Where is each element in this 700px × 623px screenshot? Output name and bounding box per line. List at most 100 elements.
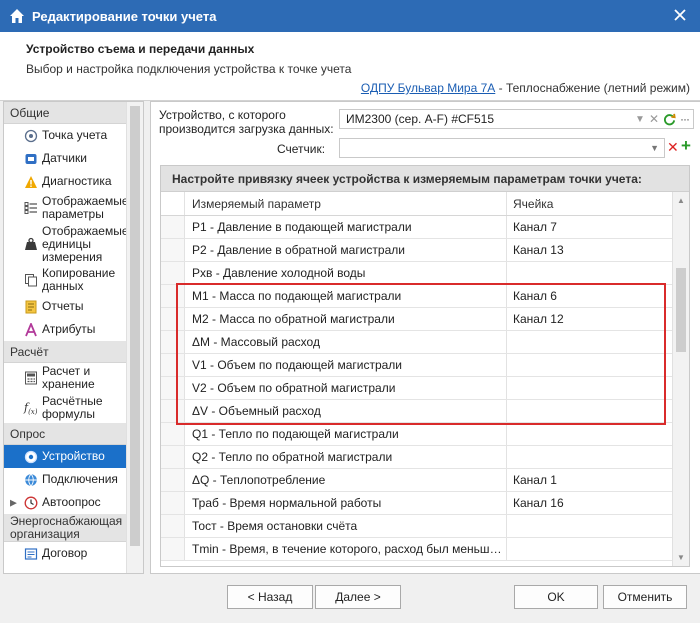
device-cell[interactable]	[507, 446, 673, 468]
param-cell: ΔV - Объемный расход	[185, 400, 507, 422]
formula-icon: f(x)	[24, 401, 38, 417]
sidebar-item-contract[interactable]: Договор	[4, 542, 128, 565]
scroll-down-icon[interactable]: ▼	[677, 553, 685, 562]
page-subtitle: Выбор и настройка подключения устройства…	[26, 62, 352, 76]
sidebar-item-attributes[interactable]: Атрибуты	[4, 318, 128, 341]
table-row[interactable]: Траб - Время нормальной работы Канал 16	[161, 492, 689, 515]
refresh-icon[interactable]	[663, 113, 676, 126]
footer: < Назад Далее > OK Отменить	[0, 574, 700, 623]
warning-icon	[25, 175, 37, 188]
counter-select[interactable]: ▼	[339, 138, 665, 158]
sidebar-item-reports[interactable]: Отчеты	[4, 295, 128, 318]
sidebar-item-displayed-units[interactable]: Отображаемые единицы измерения	[4, 223, 129, 265]
grid-scrollbar-thumb[interactable]	[676, 268, 686, 352]
chevron-down-icon[interactable]: ▼	[635, 114, 645, 125]
table-row[interactable]: P1 - Давление в подающей магистрали Канал…	[161, 216, 689, 239]
attribute-icon	[25, 322, 37, 336]
device-cell[interactable]	[507, 331, 673, 353]
table-row[interactable]: V1 - Объем по подающей магистрали	[161, 354, 689, 377]
device-cell[interactable]: Канал 13	[507, 239, 673, 261]
param-cell: V1 - Объем по подающей магистрали	[185, 354, 507, 376]
sidebar-item-label: Датчики	[42, 151, 87, 165]
back-button[interactable]: < Назад	[227, 585, 313, 609]
sidebar-item-copy-data[interactable]: Копирование данных	[4, 265, 128, 295]
calc-icon	[25, 371, 37, 385]
device-icon	[24, 450, 38, 463]
grid-body: P1 - Давление в подающей магистрали Канал…	[161, 216, 689, 561]
home-icon	[10, 9, 24, 23]
row-indicator	[161, 262, 185, 284]
device-cell[interactable]: Канал 12	[507, 308, 673, 330]
sidebar-item-label: Диагностика	[42, 174, 112, 188]
sidebar-item-label: Точка учета	[42, 128, 108, 142]
sidebar-item-device[interactable]: Устройство	[4, 445, 128, 468]
sidebar-item-diagnostics[interactable]: Диагностика	[4, 170, 128, 193]
device-cell[interactable]: Канал 6	[507, 285, 673, 307]
sidebar-item-label: Атрибуты	[42, 322, 96, 336]
sidebar-item-formulas[interactable]: f(x) Расчётные формулы	[4, 393, 128, 423]
device-label: Устройство, с которого производится загр…	[159, 108, 334, 136]
table-row[interactable]: V2 - Объем по обратной магистрали	[161, 377, 689, 400]
device-cell[interactable]	[507, 400, 673, 422]
device-cell[interactable]	[507, 423, 673, 445]
sidebar-scrollbar[interactable]	[126, 102, 143, 573]
next-button[interactable]: Далее >	[315, 585, 401, 609]
table-row[interactable]: Тост - Время остановки счёта	[161, 515, 689, 538]
table-row[interactable]: Pхв - Давление холодной воды	[161, 262, 689, 285]
device-select[interactable]: ИМ2300 (сер. A-F) #CF515 ▼ ✕ ···	[339, 109, 694, 129]
table-row[interactable]: ΔQ - Теплопотребление Канал 1	[161, 469, 689, 492]
table-row[interactable]: M1 - Масса по подающей магистрали Канал 6	[161, 285, 689, 308]
sidebar-item-metering-point[interactable]: Точка учета	[4, 124, 128, 147]
param-cell: ΔM - Массовый расход	[185, 331, 507, 353]
column-header-cell[interactable]: Ячейка	[507, 192, 673, 215]
table-row[interactable]: Q1 - Тепло по подающей магистрали	[161, 423, 689, 446]
device-cell[interactable]: Канал 16	[507, 492, 673, 514]
add-counter-icon[interactable]: +	[681, 136, 691, 156]
chevron-down-icon[interactable]: ▼	[650, 143, 659, 153]
more-icon[interactable]: ···	[680, 112, 690, 126]
contract-icon	[24, 547, 38, 560]
row-indicator	[161, 423, 185, 445]
metering-point-info: ОДПУ Бульвар Мира 7А - Теплоснабжение (л…	[361, 81, 690, 95]
device-cell[interactable]: Канал 7	[507, 216, 673, 238]
table-row[interactable]: ΔM - Массовый расход	[161, 331, 689, 354]
param-cell: P2 - Давление в обратной магистрали	[185, 239, 507, 261]
close-icon[interactable]	[672, 7, 688, 23]
device-cell[interactable]	[507, 377, 673, 399]
sidebar-item-sensors[interactable]: Датчики	[4, 147, 128, 170]
table-row[interactable]: Q2 - Тепло по обратной магистрали	[161, 446, 689, 469]
column-header-param[interactable]: Измеряемый параметр	[185, 192, 507, 215]
sidebar-item-autopoll[interactable]: ▶ Автоопрос	[4, 491, 128, 514]
table-row[interactable]: Tmin - Время, в течение которого, расход…	[161, 538, 689, 561]
row-indicator	[161, 515, 185, 537]
sidebar-item-connections[interactable]: Подключения	[4, 468, 128, 491]
device-cell[interactable]	[507, 515, 673, 537]
window-title: Редактирование точки учета	[32, 8, 217, 24]
param-cell: Q2 - Тепло по обратной магистрали	[185, 446, 507, 468]
sidebar-item-label: Расчётные формулы	[42, 394, 103, 421]
remove-counter-icon[interactable]: ✕	[667, 139, 679, 156]
sidebar-item-displayed-params[interactable]: Отображаемые параметры	[4, 193, 129, 223]
sidebar-scrollbar-thumb[interactable]	[130, 106, 140, 546]
grid-scrollbar[interactable]: ▲ ▼	[672, 192, 689, 566]
scroll-up-icon[interactable]: ▲	[677, 196, 685, 205]
device-cell[interactable]: Канал 1	[507, 469, 673, 491]
device-cell[interactable]	[507, 354, 673, 376]
checklist-icon	[24, 202, 37, 214]
cancel-button[interactable]: Отменить	[603, 585, 687, 609]
metering-point-link[interactable]: ОДПУ Бульвар Мира 7А	[361, 81, 495, 95]
device-cell[interactable]	[507, 262, 673, 284]
sidebar-group-calculation: Расчёт	[4, 341, 128, 363]
title-bar: Редактирование точки учета	[0, 0, 700, 32]
sidebar-item-calc-storage[interactable]: Расчет и хранение	[4, 363, 128, 393]
table-row[interactable]: M2 - Масса по обратной магистрали Канал 1…	[161, 308, 689, 331]
ok-button[interactable]: OK	[514, 585, 598, 609]
param-cell: Tmin - Время, в течение которого, расход…	[185, 538, 507, 560]
expand-arrow-icon[interactable]: ▶	[10, 497, 17, 508]
device-cell[interactable]	[507, 538, 673, 560]
clear-icon[interactable]: ✕	[649, 112, 659, 126]
table-row[interactable]: P2 - Давление в обратной магистрали Канал…	[161, 239, 689, 262]
sidebar-group-polling: Опрос	[4, 423, 128, 445]
table-row[interactable]: ΔV - Объемный расход	[161, 400, 689, 423]
row-indicator	[161, 285, 185, 307]
